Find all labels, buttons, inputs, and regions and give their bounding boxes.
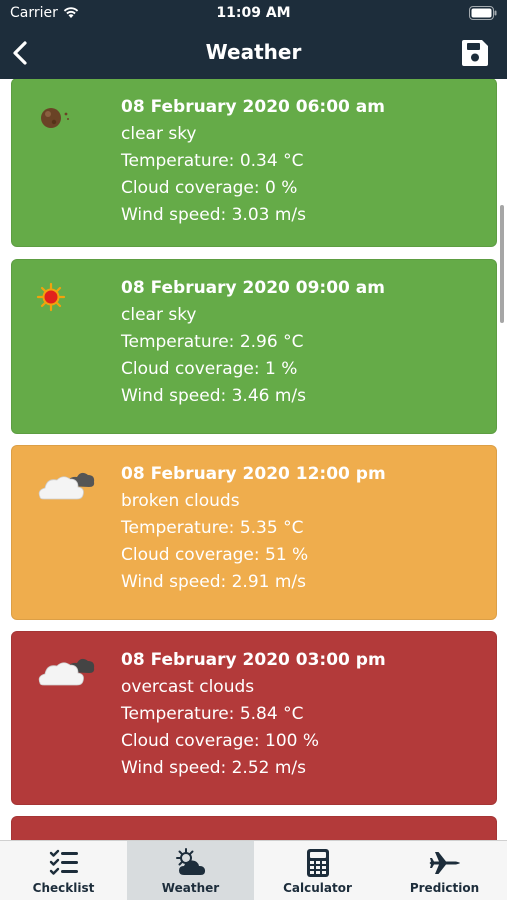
forecast-cloud-coverage: Cloud coverage: 51 %: [121, 545, 309, 565]
forecast-card[interactable]: 08 February 2020 03:00 pm overcast cloud…: [11, 631, 497, 805]
tab-label: Weather: [161, 881, 220, 895]
top-bar: Carrier 11:09 AM Weather: [0, 0, 507, 79]
battery-icon: [469, 6, 497, 20]
calculator-icon: [307, 849, 329, 877]
sun-icon: [36, 278, 96, 318]
tab-label: Prediction: [409, 881, 480, 895]
forecast-temperature: Temperature: 5.35 °C: [121, 518, 304, 538]
forecast-description: broken clouds: [121, 491, 240, 511]
checklist-icon: [49, 849, 78, 875]
forecast-card[interactable]: 08 February 2020 06:00 am clear sky Temp…: [11, 79, 497, 247]
forecast-card[interactable]: 08 February 2020 12:00 pm broken clouds …: [11, 445, 497, 620]
navigation-bar: Weather: [0, 28, 507, 79]
airplane-icon: [429, 852, 460, 874]
tab-bar: Checklist Weather Calculator Prediction: [0, 840, 507, 900]
forecast-wind-speed: Wind speed: 2.91 m/s: [121, 572, 307, 592]
forecast-wind-speed: Wind speed: 3.03 m/s: [121, 205, 307, 225]
forecast-cloud-coverage: Cloud coverage: 1 %: [121, 359, 298, 379]
forecast-description: clear sky: [121, 124, 197, 144]
broken-clouds-icon: [37, 466, 97, 506]
moon-icon: [36, 97, 96, 137]
forecast-list[interactable]: 08 February 2020 06:00 am clear sky Temp…: [0, 79, 507, 840]
forecast-temperature: Temperature: 5.84 °C: [121, 704, 304, 724]
status-time: 11:09 AM: [216, 5, 291, 21]
forecast-temperature: Temperature: 0.34 °C: [121, 151, 304, 171]
overcast-clouds-icon: [37, 652, 97, 692]
forecast-cloud-coverage: Cloud coverage: 0 %: [121, 178, 298, 198]
save-icon[interactable]: [461, 39, 489, 67]
tab-prediction[interactable]: Prediction: [381, 841, 507, 900]
weather-icon: [176, 848, 206, 875]
tab-label: Calculator: [283, 881, 352, 895]
scroll-indicator[interactable]: [500, 205, 504, 323]
forecast-wind-speed: Wind speed: 3.46 m/s: [121, 386, 307, 406]
forecast-card[interactable]: 08 February 2020 09:00 am clear sky Temp…: [11, 259, 497, 434]
tab-calculator[interactable]: Calculator: [254, 841, 381, 900]
status-bar: Carrier 11:09 AM: [0, 0, 507, 28]
forecast-date: 08 February 2020 09:00 am: [121, 278, 385, 298]
forecast-date: 08 February 2020 03:00 pm: [121, 650, 386, 670]
tab-weather[interactable]: Weather: [127, 841, 254, 900]
forecast-card[interactable]: [11, 816, 497, 840]
forecast-description: clear sky: [121, 305, 197, 325]
forecast-temperature: Temperature: 2.96 °C: [121, 332, 304, 352]
forecast-date: 08 February 2020 06:00 am: [121, 97, 385, 117]
forecast-description: overcast clouds: [121, 677, 255, 697]
forecast-wind-speed: Wind speed: 2.52 m/s: [121, 758, 307, 778]
forecast-date: 08 February 2020 12:00 pm: [121, 464, 386, 484]
tab-checklist[interactable]: Checklist: [0, 841, 127, 900]
page-title: Weather: [205, 40, 302, 64]
tab-label: Checklist: [32, 881, 95, 895]
forecast-cloud-coverage: Cloud coverage: 100 %: [121, 731, 320, 751]
